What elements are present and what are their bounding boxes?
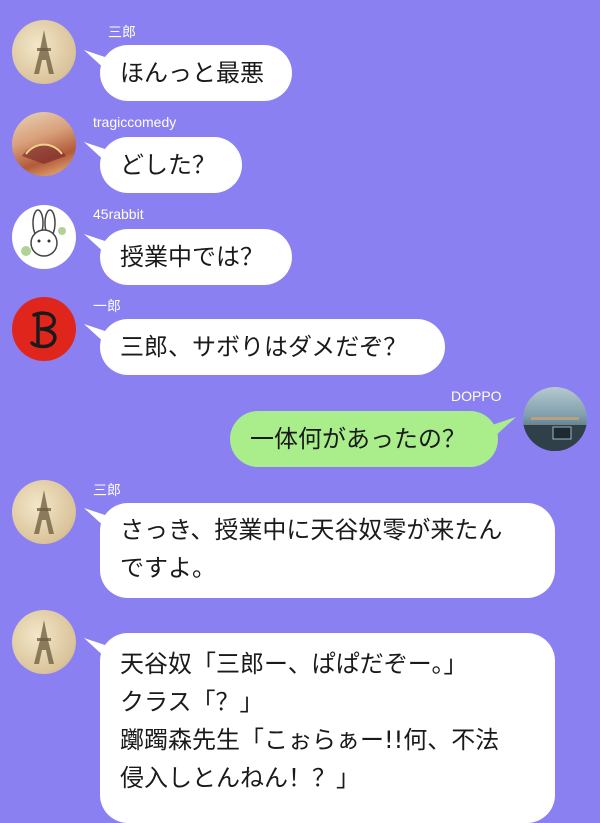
sender-name: 一郎 (93, 298, 121, 314)
message-bubble[interactable]: どした？ (100, 137, 242, 193)
message-bubble[interactable]: 天谷奴「三郎ー、ぱぱだぞー。」 クラス「？」 躑躅森先生「こぉらぁー!!何、不法… (100, 633, 555, 823)
folding-fan-avatar[interactable] (12, 112, 76, 176)
message-bubble[interactable]: 三郎、サボりはダメだぞ？ (100, 319, 445, 375)
sender-name: 45rabbit (93, 206, 144, 222)
message-bubble[interactable]: 授業中では？ (100, 229, 292, 285)
sender-name: tragiccomedy (93, 114, 177, 130)
letter-b-avatar[interactable] (12, 297, 76, 361)
message-bubble[interactable]: 一体何があったの？ (230, 411, 498, 467)
eiffel-tower-avatar[interactable] (12, 20, 76, 84)
message-bubble[interactable]: さっき、授業中に天谷奴零が来たん ですよ。 (100, 503, 555, 598)
message-bubble[interactable]: ほんっと最悪 (100, 45, 292, 101)
sender-name: DOPPO (451, 388, 502, 404)
sender-name: 三郎 (108, 24, 136, 40)
eiffel-tower-avatar[interactable] (12, 610, 76, 674)
eiffel-tower-avatar[interactable] (12, 480, 76, 544)
sender-name: 三郎 (93, 482, 121, 498)
rabbit-avatar[interactable] (12, 205, 76, 269)
sky-photo-avatar[interactable] (523, 387, 587, 451)
